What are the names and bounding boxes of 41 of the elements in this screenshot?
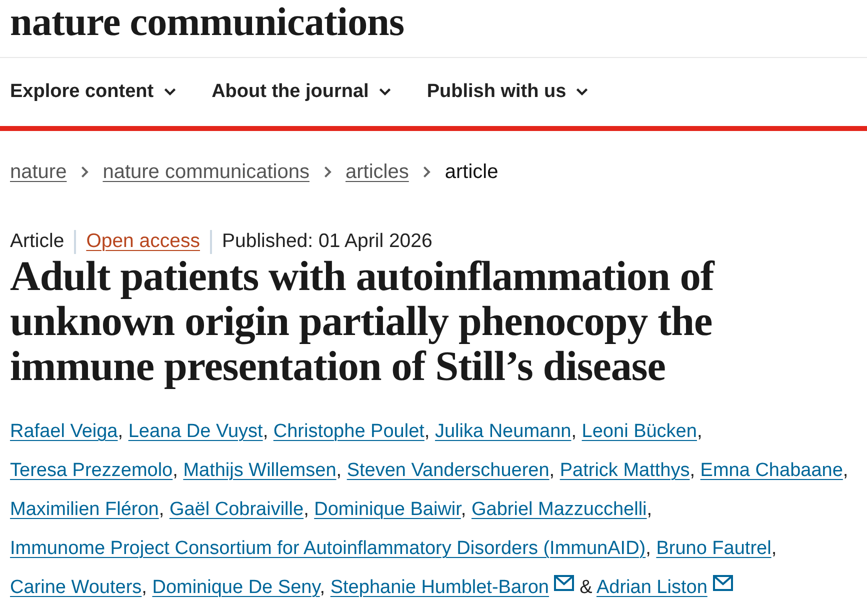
author-link[interactable]: Emna Chabaane [700,460,843,481]
chevron-right-icon [422,166,431,178]
article-type: Article [10,229,64,254]
author-link[interactable]: Patrick Matthys [560,460,690,481]
author-link[interactable]: Julika Neumann [434,421,572,442]
mail-icon[interactable] [554,575,574,591]
author-link[interactable]: Rafael Veiga [10,421,118,442]
chevron-down-icon [378,88,391,96]
breadcrumb-link[interactable]: articles [346,157,409,187]
open-access-link[interactable]: Open access [86,227,200,257]
author-link[interactable]: Maximilien Fléron [10,499,159,520]
author-link[interactable]: Adrian Liston [596,577,708,598]
author-link[interactable]: Gaël Cobraiville [169,499,304,520]
nav-menu-button[interactable]: Explore content [10,78,176,106]
site-logo[interactable]: nature communications [10,0,404,44]
chevron-right-icon [324,166,332,178]
author-link[interactable]: Mathijs Willemsen [183,460,336,481]
breadcrumb-current: article [444,160,498,185]
article-title: Adult patients with autoinflammation of unknown origin partially phenocopy the immune presentation of Still’s disease [9,255,716,390]
author-link[interactable]: Dominique Baiwir [314,499,461,520]
mail-icon[interactable] [712,575,733,591]
chevron-down-icon [164,88,176,96]
author-list: Rafael Veiga, Leana De Vuyst, Christophe Poulet, Julika Neumann, Leoni Bücken, Teresa Prezzemolo, Mathijs Willemsen, Steven Vanderschueren, Patrick Matthys, Emna Chabaane, Maximilien Fléron, Gaël Cobraiville, Dominique Baiwir, Gabriel Mazzucchelli, Immunome Project Consortium for Autoinflammatory Disorders (ImmunAID), Bruno Fautrel, Carine Wouters, Dominique De Seny, Stephanie Humblet-Baron & Adrian Liston [0,412,867,607]
author-link[interactable]: Dominique De Seny [152,577,320,598]
author-link[interactable]: Christophe Poulet [273,421,424,442]
published-date: Published: 01 April 2026 [222,229,432,254]
author-link[interactable]: Carine Wouters [10,577,142,598]
author-link[interactable]: Stephanie Humblet-Baron [330,577,549,598]
chevron-down-icon [576,88,588,96]
chevron-right-icon [80,166,89,178]
author-link[interactable]: Immunome Project Consortium for Autoinflammatory Disorders (ImmunAID) [10,538,646,559]
nav-menu-button[interactable]: Publish with us [426,78,588,106]
author-link[interactable]: Leoni Bücken [582,421,697,442]
breadcrumb-link[interactable]: nature communications [102,157,310,187]
breadcrumb-link[interactable]: nature [10,157,67,187]
author-link[interactable]: Steven Vanderschueren [346,460,550,481]
author-link[interactable]: Teresa Prezzemolo [10,460,173,481]
author-link[interactable]: Leana De Vuyst [128,421,263,442]
author-link[interactable]: Bruno Fautrel [656,538,772,559]
author-link[interactable]: Gabriel Mazzucchelli [471,499,647,520]
nav-menu-button[interactable]: About the journal [212,78,391,106]
